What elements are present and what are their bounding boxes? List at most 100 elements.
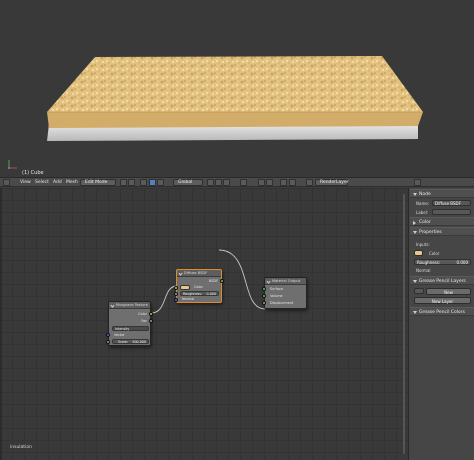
texture-fac-output-socket[interactable] [149, 319, 153, 323]
volume-input-label: Volume [270, 294, 283, 298]
gp-colors-panel-header[interactable]: Grease Pencil Colors [410, 307, 474, 316]
diffuse-node-header[interactable]: Diffuse BSDF [177, 270, 221, 277]
node-editor-scrollbar[interactable] [402, 190, 406, 458]
diffuse-bsdf-node[interactable]: Diffuse BSDF BSDF Color Roughness: 0.000 … [174, 269, 224, 303]
3d-viewport[interactable]: (1) Cube [0, 0, 474, 177]
render-layer-label: RenderLayer [320, 180, 349, 185]
menu-select[interactable]: Select [35, 180, 49, 185]
scrollbar-thumb[interactable] [403, 194, 405, 454]
expand-arrow-icon [413, 311, 417, 314]
roughness-field[interactable]: Roughness: 0.000 [180, 291, 219, 296]
object-label: (1) Cube [22, 170, 44, 176]
render-layer-icon[interactable] [306, 179, 313, 186]
expand-arrow-icon [413, 280, 417, 283]
roughness-input-socket[interactable] [174, 292, 178, 296]
snap-icon[interactable] [258, 179, 265, 186]
color-panel-header[interactable]: Color [410, 217, 474, 226]
normal-input-socket[interactable] [174, 298, 178, 302]
edge-select-icon[interactable] [215, 179, 222, 186]
vertex-select-icon[interactable] [207, 179, 214, 186]
face-select-icon[interactable] [223, 179, 230, 186]
texture-fac-output-label: Fac [141, 319, 147, 323]
node-editor-canvas[interactable]: Diffuse BSDF BSDF Color Roughness: 0.000 … [0, 188, 408, 460]
output-node-header[interactable]: Material Output [265, 278, 306, 285]
translate-icon[interactable] [149, 179, 156, 186]
snap-target-icon[interactable] [266, 179, 273, 186]
volume-input-socket[interactable] [262, 294, 266, 298]
mode-label: Edit Mode [85, 180, 108, 185]
scale-field[interactable]: Scale: 500.000 [112, 339, 149, 344]
link-diffuse-to-output [218, 249, 266, 310]
properties-panel-header[interactable]: Properties [410, 227, 474, 236]
color-input-socket[interactable] [174, 286, 178, 290]
displacement-input-socket[interactable] [262, 301, 266, 305]
node-label-field[interactable] [432, 209, 471, 215]
bsdf-output-socket[interactable] [220, 279, 224, 283]
new-button-label: New [444, 290, 453, 295]
collapse-arrow-icon[interactable] [266, 279, 271, 284]
menu-view[interactable]: View [20, 180, 31, 185]
color-input-label: Color [194, 285, 203, 289]
node-links [150, 249, 266, 314]
gp-datablock-icon[interactable] [414, 288, 424, 294]
node-name-field[interactable]: Diffuse BSDF [432, 200, 471, 206]
scale-input-socket[interactable] [106, 340, 110, 344]
node-editor-left-border [0, 188, 2, 460]
output-node-title: Material Output [272, 279, 301, 283]
color-swatch[interactable] [414, 250, 423, 256]
sand-top-face [47, 56, 423, 112]
new-grease-pencil-button[interactable]: New [426, 288, 471, 295]
bsdf-output-label: BSDF [209, 279, 218, 283]
texture-type-dropdown[interactable]: Intensity [112, 326, 149, 331]
normal-input-label: Normal [182, 297, 195, 301]
vector-input-socket[interactable] [106, 333, 110, 337]
menu-mesh[interactable]: Mesh [66, 180, 78, 185]
proportional-icon[interactable] [240, 179, 247, 186]
expand-arrow-icon [413, 193, 417, 196]
new-layer-button[interactable]: New Layer [414, 297, 471, 304]
sidebar-roughness-field[interactable]: Roughness: 0.000 [414, 259, 471, 265]
axis-gizmo-icon [8, 160, 17, 169]
collapse-arrow-icon[interactable] [110, 303, 115, 308]
manipulator-icon[interactable] [140, 179, 147, 186]
pivot-icon[interactable] [128, 179, 135, 186]
mode-dropdown[interactable]: Edit Mode [80, 179, 116, 186]
material-output-node[interactable]: Material Output Surface Volume Displacem… [262, 277, 307, 309]
gp-layers-panel-header[interactable]: Grease Pencil Layers [410, 276, 474, 285]
sidebar-roughness-label: Roughness: [417, 260, 441, 265]
new-layer-button-label: New Layer [431, 299, 454, 304]
panel-icon[interactable] [414, 179, 421, 186]
inputs-label: Inputs: [416, 242, 430, 247]
lock-icon[interactable] [289, 179, 296, 186]
node-panel-title: Node [419, 192, 431, 197]
collapse-arrow-icon[interactable] [178, 271, 183, 276]
sidebar-roughness-value: 0.000 [456, 260, 468, 265]
rotate-icon[interactable] [157, 179, 164, 186]
texture-type-label: Intensity [115, 327, 130, 331]
render-layer-dropdown[interactable]: RenderLayer [315, 179, 349, 186]
texture-node-header[interactable]: Musgrave Texture [109, 302, 150, 309]
diffuse-color-swatch[interactable] [180, 285, 190, 290]
roughness-field-label: Roughness: [183, 292, 203, 296]
texture-node-title: Musgrave Texture [116, 303, 148, 307]
layers-icon[interactable] [280, 179, 287, 186]
color-panel-title: Color [419, 220, 431, 225]
texture-node[interactable]: Musgrave Texture Color Fac Intensity Vec… [106, 301, 153, 346]
shading-icon[interactable] [120, 179, 127, 186]
surface-input-label: Surface [270, 287, 283, 291]
menu-add[interactable]: Add [53, 180, 62, 185]
node-panel-header[interactable]: Node [410, 189, 474, 198]
displacement-input-label: Displacement [270, 301, 294, 305]
editor-type-icon[interactable] [3, 179, 10, 186]
node-name-value: Diffuse BSDF [435, 201, 461, 206]
orientation-label: Global [178, 180, 193, 185]
scale-field-value: 500.000 [132, 340, 146, 344]
diffuse-node-title: Diffuse BSDF [184, 271, 208, 275]
expand-arrow-icon [413, 221, 416, 225]
surface-input-socket[interactable] [262, 287, 266, 291]
gp-colors-title: Grease Pencil Colors [419, 310, 465, 315]
sand-front-face [47, 112, 423, 128]
orientation-dropdown[interactable]: Global [173, 179, 203, 186]
texture-color-output-label: Color [138, 312, 147, 316]
texture-color-output-socket[interactable] [149, 312, 153, 316]
